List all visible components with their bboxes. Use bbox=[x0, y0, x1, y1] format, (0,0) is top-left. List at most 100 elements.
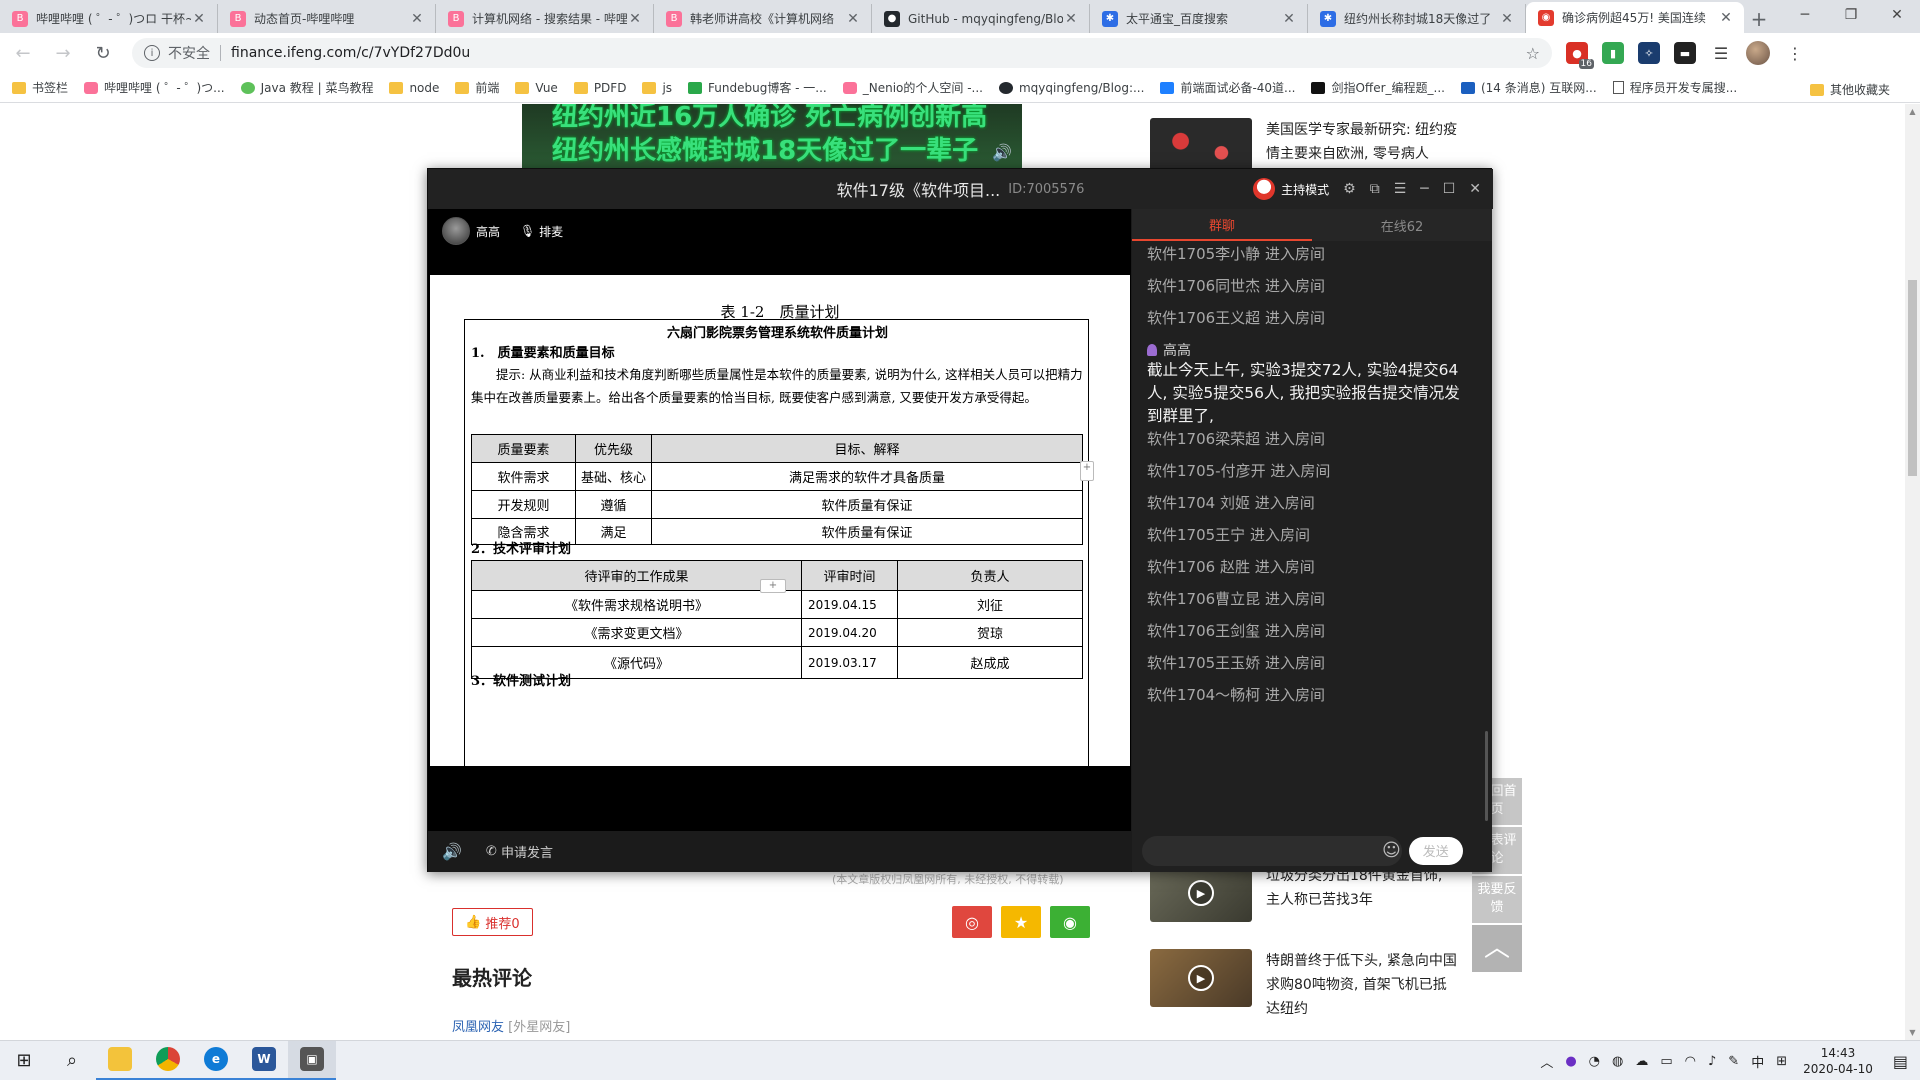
extension-icon[interactable]: ● 16 bbox=[1566, 42, 1594, 69]
host-mode-button[interactable]: 主持模式 bbox=[1253, 178, 1329, 200]
other-bookmarks[interactable]: 其他收藏夹 bbox=[1809, 81, 1890, 98]
chat-list[interactable]: 软件1705李小静 进入房间 软件1706同世杰 进入房间 软件1706王义超 … bbox=[1132, 241, 1492, 829]
table-add-row-handle[interactable]: + bbox=[760, 579, 786, 593]
scrollbar-thumb[interactable] bbox=[1908, 280, 1917, 476]
news-title[interactable]: 特朗普终于低下头, 紧急向中国求购80吨物资, 首架飞机已抵达纽约 bbox=[1266, 949, 1460, 1021]
tray-app-icon[interactable]: ● bbox=[1565, 1054, 1576, 1069]
browser-tab[interactable]: B 计算机网络 - 搜索结果 - 哔哩哔哩 ✕ bbox=[436, 4, 654, 33]
close-icon[interactable]: ✕ bbox=[191, 11, 207, 27]
clock[interactable]: 14:43 2020-04-10 bbox=[1803, 1045, 1873, 1077]
browser-tab[interactable]: ● GitHub - mqyqingfeng/Blog ✕ bbox=[872, 4, 1090, 33]
bookmark-item[interactable]: 剑指Offer_编程题_... bbox=[1311, 79, 1445, 96]
back-icon[interactable]: ← bbox=[6, 36, 40, 70]
address-bar[interactable]: i 不安全 finance.ifeng.com/c/7vYDf27Dd0u ☆ bbox=[132, 38, 1552, 68]
close-icon[interactable]: ✕ bbox=[1281, 11, 1297, 27]
reload-icon[interactable]: ↻ bbox=[86, 36, 120, 70]
browser-tab[interactable]: B 哔哩哔哩 ( ゜- ゜)つロ 干杯~-bilibili ✕ bbox=[0, 4, 218, 33]
minimize-icon[interactable]: ─ bbox=[1782, 0, 1828, 30]
cloud-icon[interactable]: ☁ bbox=[1635, 1054, 1648, 1069]
tab-group-chat[interactable]: 群聊 bbox=[1132, 209, 1312, 241]
chevron-up-icon[interactable]: ︿ bbox=[1540, 1052, 1553, 1071]
keyboard-icon[interactable]: ⊞ bbox=[1776, 1054, 1787, 1069]
weibo-share-button[interactable]: ◎ bbox=[952, 906, 992, 938]
news-title[interactable]: 垃圾分类分出18件黄金首饰, 主人称已苦找3年 bbox=[1266, 864, 1460, 922]
page-scrollbar[interactable]: ▲ ▼ bbox=[1905, 104, 1920, 1040]
bookmark-item[interactable]: 前端 bbox=[455, 79, 499, 96]
bookmark-item[interactable]: Java 教程 | 菜鸟教程 bbox=[240, 79, 373, 96]
pen-icon[interactable]: ✎ bbox=[1728, 1054, 1739, 1069]
back-to-top-icon[interactable]: ︿ bbox=[1472, 925, 1522, 972]
extension-icon[interactable]: ▮ bbox=[1602, 42, 1624, 64]
volume-icon[interactable]: 🔊 bbox=[992, 143, 1012, 162]
tab-online[interactable]: 在线62 bbox=[1312, 209, 1492, 241]
notification-icon[interactable]: ▤ bbox=[1893, 1052, 1908, 1071]
wechat-share-button[interactable]: ◉ bbox=[1050, 906, 1090, 938]
close-icon[interactable]: ✕ bbox=[409, 11, 425, 27]
extension-icon[interactable]: ✧ bbox=[1638, 42, 1660, 64]
browser-tab[interactable]: B 动态首页-哔哩哔哩 ✕ bbox=[218, 4, 436, 33]
qq-icon[interactable]: ◔ bbox=[1589, 1054, 1600, 1069]
send-button[interactable]: 发送 bbox=[1408, 836, 1463, 865]
bookmark-item[interactable]: Vue bbox=[515, 81, 558, 95]
classroom-app-icon[interactable]: ▣ bbox=[288, 1040, 336, 1080]
play-icon[interactable]: ▶ bbox=[1188, 965, 1214, 991]
volume-icon[interactable]: ♪ bbox=[1708, 1054, 1716, 1069]
bookmark-item[interactable]: 哔哩哔哩 ( ゜- ゜)つ... bbox=[84, 79, 225, 96]
ime-mode[interactable]: 中 bbox=[1751, 1052, 1764, 1071]
browser-tab-active[interactable]: ◉ 确诊病例超45万! 美国连续 ✕ bbox=[1526, 2, 1744, 33]
browser-tab[interactable]: ✱ 纽约州长称封城18天像过了 ✕ bbox=[1308, 4, 1526, 33]
bookmark-item[interactable]: _Nenio的个人空间 -... bbox=[842, 79, 983, 96]
reading-list-icon[interactable]: ☰ bbox=[1710, 42, 1732, 64]
table-add-column-handle[interactable]: + bbox=[1080, 461, 1094, 481]
edge-icon[interactable]: e bbox=[192, 1041, 240, 1080]
url-text[interactable]: finance.ifeng.com/c/7vYDf27Dd0u bbox=[231, 45, 1526, 61]
search-icon[interactable]: ⌕ bbox=[48, 1041, 96, 1080]
more-icon[interactable]: ⋮ bbox=[1784, 42, 1806, 64]
scroll-up-icon[interactable]: ▲ bbox=[1905, 104, 1920, 119]
close-icon[interactable]: ✕ bbox=[1718, 10, 1734, 26]
bookmark-item[interactable]: node bbox=[389, 81, 439, 95]
bookmark-item[interactable]: 书签栏 bbox=[12, 79, 68, 96]
bookmark-item[interactable]: PDFD bbox=[573, 81, 626, 95]
speaker-icon[interactable]: 🔊 bbox=[442, 842, 462, 861]
recommend-button[interactable]: 👍 推荐0 bbox=[452, 908, 533, 936]
tray-app-icon[interactable]: ◍ bbox=[1612, 1054, 1623, 1069]
new-tab-button[interactable]: + bbox=[1744, 4, 1774, 33]
emoji-icon[interactable]: ☺ bbox=[1382, 840, 1401, 861]
side-news-item[interactable]: ▶ 特朗普终于低下头, 紧急向中国求购80吨物资, 首架飞机已抵达纽约 bbox=[1150, 949, 1460, 1021]
forward-icon[interactable]: → bbox=[46, 36, 80, 70]
windows-start-icon[interactable]: ⊞ bbox=[0, 1041, 48, 1080]
chat-scrollbar[interactable] bbox=[1485, 731, 1488, 821]
bookmark-item[interactable]: js bbox=[642, 81, 672, 95]
news-video-thumbnail[interactable]: 纽约州近16万人确诊 死亡病例创新高 纽约州长感慨封城18天像过了一辈子 🔊 bbox=[522, 104, 1022, 168]
close-icon[interactable]: ✕ bbox=[845, 11, 861, 27]
scroll-down-icon[interactable]: ▼ bbox=[1905, 1025, 1920, 1040]
bookmark-item[interactable]: Fundebug博客 - 一... bbox=[688, 79, 827, 96]
extension-icon[interactable]: ▬ bbox=[1674, 42, 1696, 64]
menu-icon[interactable]: ☰ bbox=[1394, 181, 1407, 197]
browser-tab[interactable]: ✱ 太平通宝_百度搜索 ✕ bbox=[1090, 4, 1308, 33]
chat-input[interactable] bbox=[1142, 835, 1402, 866]
close-icon[interactable]: ✕ bbox=[1063, 11, 1079, 27]
play-icon[interactable]: ▶ bbox=[1188, 880, 1214, 906]
side-news-item[interactable]: ▶ 垃圾分类分出18件黄金首饰, 主人称已苦找3年 bbox=[1150, 864, 1460, 922]
bookmark-item[interactable]: mqyqingfeng/Blog:... bbox=[998, 81, 1144, 95]
apply-speak-button[interactable]: ✆ 申请发言 bbox=[486, 842, 553, 861]
bookmark-item[interactable]: (14 条消息) 互联网... bbox=[1460, 79, 1597, 96]
battery-icon[interactable]: ▭ bbox=[1660, 1054, 1672, 1069]
bookmark-item[interactable]: 前端面试必备-40道... bbox=[1160, 79, 1295, 96]
mic-queue-button[interactable]: 🎙 排麦 bbox=[520, 223, 563, 240]
restore-icon[interactable]: ❐ bbox=[1828, 0, 1874, 30]
maximize-icon[interactable]: ☐ bbox=[1443, 181, 1456, 197]
minimize-icon[interactable]: ─ bbox=[1420, 181, 1428, 197]
bookmark-item[interactable]: 程序员开发专属搜... bbox=[1612, 79, 1737, 96]
close-icon[interactable]: ✕ bbox=[627, 11, 643, 27]
chrome-icon[interactable] bbox=[144, 1041, 192, 1080]
browser-tab[interactable]: B 韩老师讲高校《计算机网络 ✕ bbox=[654, 4, 872, 33]
word-icon[interactable]: W bbox=[240, 1041, 288, 1080]
favorite-button[interactable]: ★ bbox=[1001, 906, 1041, 938]
popout-icon[interactable]: ⧉ bbox=[1370, 181, 1380, 197]
close-icon[interactable]: ✕ bbox=[1469, 181, 1481, 197]
settings-icon[interactable]: ⚙ bbox=[1343, 181, 1356, 197]
file-explorer-icon[interactable] bbox=[96, 1041, 144, 1080]
